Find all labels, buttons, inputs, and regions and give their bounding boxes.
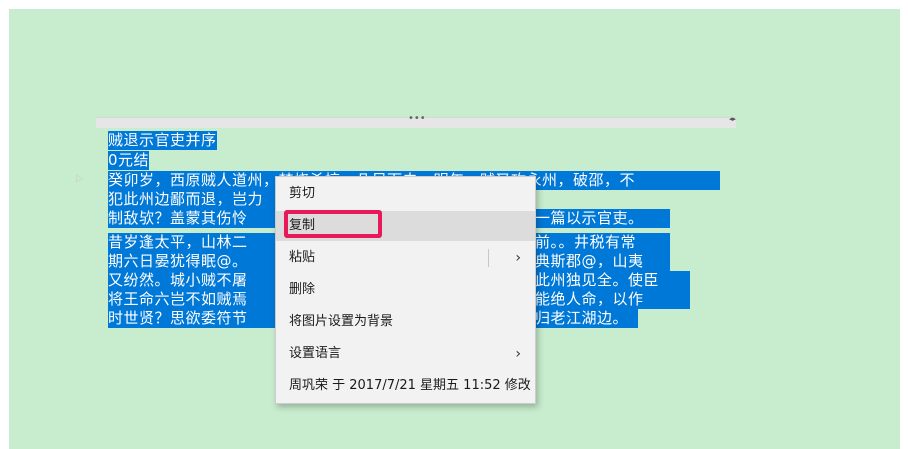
selected-text-line[interactable]: 期六日晏犹得眠@。 (108, 252, 275, 271)
selected-text-line[interactable]: 0元结 (108, 151, 150, 170)
chevron-right-icon[interactable]: › (515, 339, 521, 369)
selected-text-line[interactable]: 时世贤？思欲委符节 (108, 309, 275, 328)
selected-text-line[interactable]: 前。。井税有常 (535, 233, 670, 252)
selected-text-line[interactable]: 此州独见全。使臣 (535, 271, 690, 290)
selected-text-line[interactable]: 犯此州边鄙而退，岂力 (108, 190, 275, 209)
modified-info-label: 周巩荣 于 2017/7/21 星期五 11:52 修改 (289, 378, 531, 393)
menu-item-label: 粘贴 (289, 250, 316, 265)
text-container-header[interactable]: ••• ◂▸ (96, 113, 736, 128)
menu-item-label: 将图片设置为背景 (289, 314, 394, 329)
menu-item-modified-info: 周巩荣 于 2017/7/21 星期五 11:52 修改 (276, 371, 535, 401)
menu-item-label: 删除 (289, 282, 316, 297)
drag-handle-icon[interactable]: ••• (408, 113, 426, 124)
selected-text-line[interactable]: 贼退示官吏并序 (108, 131, 217, 150)
selected-text-line[interactable]: 一篇以示官吏。 (535, 209, 670, 228)
selected-text-line[interactable]: 制敌欤？盖蒙其伤怜 (108, 209, 275, 228)
selected-text-line[interactable]: 典斯郡@，山夷 (535, 252, 670, 271)
selected-text-line[interactable]: 能绝人命，以作 (535, 290, 690, 309)
menu-item-delete[interactable]: 删除 (276, 275, 535, 305)
annotation-highlight-box (284, 210, 382, 238)
menu-item-cut[interactable]: 剪切 (276, 179, 535, 209)
menu-item-set-as-background[interactable]: 将图片设置为背景 (276, 307, 535, 337)
selected-text-line[interactable]: 又纷然。城小贼不屠 (108, 271, 275, 290)
selected-text-line[interactable]: 昔岁逢太平，山林二 (108, 233, 275, 252)
menu-item-paste[interactable]: 粘贴 › (276, 243, 535, 273)
menu-item-label: 设置语言 (289, 346, 342, 361)
menu-item-label: 剪切 (289, 186, 316, 201)
resize-handle-icon[interactable]: ◂▸ (729, 115, 736, 123)
chevron-right-icon[interactable]: › (515, 243, 521, 273)
paragraph-marker-icon: ▷ (76, 173, 84, 184)
submenu-divider (488, 249, 489, 267)
menu-item-set-language[interactable]: 设置语言 › (276, 339, 535, 369)
selected-text-line[interactable]: 将王命六岂不如贼焉 (108, 290, 275, 309)
selected-text-line[interactable]: 归老江湖边。 (535, 309, 638, 328)
